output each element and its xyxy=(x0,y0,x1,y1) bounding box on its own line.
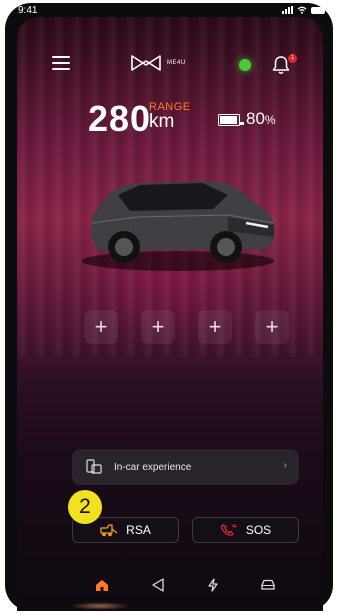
sos-button[interactable]: SOS xyxy=(192,517,299,543)
brand-logo: ME4U xyxy=(130,54,186,72)
in-car-experience-label: In-car experience xyxy=(114,461,192,473)
chevron-right-icon: › xyxy=(283,460,287,471)
connection-status-dot xyxy=(239,59,251,71)
status-bar: 9:41 xyxy=(18,5,325,19)
home-icon[interactable] xyxy=(92,575,112,595)
in-car-experience-card[interactable]: In-car experience › xyxy=(72,449,299,485)
range-value: 280 xyxy=(88,98,152,139)
hamburger-menu-icon[interactable] xyxy=(52,56,70,74)
add-quick-action-button[interactable]: + xyxy=(141,310,175,344)
status-battery-icon xyxy=(311,6,325,14)
battery-percent-unit: % xyxy=(264,113,276,127)
add-quick-action-button[interactable]: + xyxy=(84,310,118,344)
sos-label: SOS xyxy=(245,523,272,537)
charging-icon[interactable] xyxy=(203,575,223,595)
emergency-phone-icon xyxy=(220,524,237,536)
rsa-label: RSA xyxy=(126,523,151,537)
cellular-signal-icon xyxy=(282,6,293,14)
active-tab-indicator xyxy=(70,602,130,610)
quick-actions-row: + + + + xyxy=(0,310,341,346)
car-icon[interactable] xyxy=(258,575,278,595)
car-image xyxy=(82,181,275,271)
battery-percent: 80% xyxy=(246,109,276,129)
battery-level-icon xyxy=(218,114,244,126)
brand-mark-icon xyxy=(131,55,161,71)
annotation-marker: 2 xyxy=(68,490,102,524)
add-quick-action-button[interactable]: + xyxy=(198,310,232,344)
wifi-icon xyxy=(297,6,307,14)
navigate-icon[interactable] xyxy=(148,575,168,595)
range-unit: km xyxy=(149,111,175,132)
brand-name: ME4U xyxy=(167,60,186,66)
status-icons xyxy=(282,6,325,14)
devices-icon xyxy=(86,459,102,475)
notification-badge: 1 xyxy=(288,54,297,63)
status-time: 9:41 xyxy=(18,5,38,16)
battery-percent-value: 80 xyxy=(246,109,265,128)
tow-truck-icon xyxy=(100,524,118,537)
bottom-navigation xyxy=(17,570,313,610)
add-quick-action-button[interactable]: + xyxy=(255,310,289,344)
